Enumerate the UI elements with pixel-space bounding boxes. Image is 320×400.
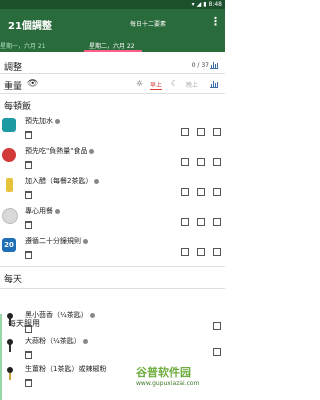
stats-chart-icon[interactable]: [210, 61, 218, 69]
signal-icon: ◢: [196, 1, 202, 8]
date-tabs: 星期一，六月 21 星期二，六月 22: [0, 38, 225, 52]
checkbox[interactable]: [197, 158, 205, 166]
spoon-icon: [7, 313, 13, 326]
item-label: 遵循二十分鐘規則: [25, 236, 88, 246]
calendar-icon[interactable]: [25, 161, 32, 169]
tab-indicator: [84, 50, 142, 52]
app-bar: 21個調整 每日十二要素 ⋮: [0, 9, 225, 38]
checkbox[interactable]: [181, 158, 189, 166]
info-icon[interactable]: [83, 238, 88, 244]
calendar-icon[interactable]: [25, 325, 32, 333]
plate-icon: [2, 208, 18, 224]
section-per-meal: 每頓飯: [4, 102, 32, 112]
list-item[interactable]: 預先加水: [0, 114, 225, 144]
timer-20-icon: 20: [2, 238, 16, 252]
moon-icon: ☾: [171, 79, 179, 88]
checkbox[interactable]: [197, 218, 205, 226]
item-label: 黑小茴香（¼茶匙）: [25, 310, 95, 320]
checkbox[interactable]: [197, 248, 205, 256]
calendar-icon[interactable]: [25, 131, 32, 139]
divider: [0, 288, 225, 289]
item-label: 加入醋（每餐2茶匙）: [25, 176, 100, 186]
checkbox[interactable]: [197, 188, 205, 196]
tab-prev-date[interactable]: 星期一，六月 21: [0, 41, 46, 50]
divider: [0, 73, 225, 74]
weight-chart-icon[interactable]: [210, 80, 218, 88]
calendar-icon[interactable]: [25, 379, 32, 387]
apple-icon: [2, 148, 16, 162]
checkbox[interactable]: [213, 218, 221, 226]
sun-icon: ☼: [136, 79, 144, 88]
item-label: 預先加水: [25, 116, 60, 126]
checkbox[interactable]: [181, 128, 189, 136]
divider: [0, 93, 225, 94]
checkbox[interactable]: [181, 218, 189, 226]
checkbox[interactable]: [181, 248, 189, 256]
item-label: 大蒜粉（¼茶匙）: [25, 336, 88, 346]
list-item[interactable]: 20 遵循二十分鐘規則: [0, 234, 225, 264]
daily-dozen-button[interactable]: 每日十二要素: [130, 19, 166, 28]
info-icon[interactable]: [89, 312, 95, 318]
spoon-icon: [7, 339, 13, 352]
list-item[interactable]: 大蒜粉（¼茶匙）: [0, 334, 225, 364]
weight-morning[interactable]: 早上: [150, 80, 163, 90]
wifi-icon: ▾: [191, 1, 195, 8]
more-options-icon[interactable]: ⋮: [210, 15, 221, 28]
spoon-icon: [7, 367, 13, 380]
battery-icon: ▮: [203, 1, 207, 8]
eye-icon[interactable]: 👁: [27, 79, 38, 89]
checkbox[interactable]: [181, 188, 189, 196]
adjust-title: 調整: [4, 63, 23, 73]
calendar-icon[interactable]: [25, 351, 32, 359]
calendar-icon[interactable]: [25, 221, 32, 229]
divider: [0, 266, 225, 267]
list-item[interactable]: 專心用餐: [0, 204, 225, 234]
info-icon[interactable]: [89, 148, 95, 154]
checkbox[interactable]: [213, 348, 221, 356]
checkbox[interactable]: [197, 128, 205, 136]
watermark: 谷普软件园 www.gupuxiazai.com: [136, 366, 200, 387]
weight-evening[interactable]: 晚上: [186, 80, 198, 89]
info-icon[interactable]: [55, 118, 60, 124]
water-glass-icon: [2, 118, 16, 132]
vinegar-bottle-icon: [6, 178, 13, 192]
checkbox[interactable]: [213, 188, 221, 196]
item-label: 專心用餐: [25, 206, 60, 216]
calendar-icon[interactable]: [25, 191, 32, 199]
list-item[interactable]: 加入醋（每餐2茶匙）: [0, 174, 225, 204]
item-label: 預先吃"負熱量"食品: [25, 146, 95, 156]
checkbox[interactable]: [213, 128, 221, 136]
checkbox[interactable]: [213, 248, 221, 256]
checkbox[interactable]: [213, 322, 221, 330]
info-icon[interactable]: [55, 208, 60, 214]
item-label: 生薑粉（1茶匙）或辣椒粉: [25, 365, 107, 373]
calendar-icon[interactable]: [25, 251, 32, 259]
info-icon[interactable]: [82, 338, 88, 344]
status-time: 8:48: [208, 1, 222, 8]
list-item[interactable]: 預先吃"負熱量"食品: [0, 144, 225, 174]
adjust-count: 0 / 37: [191, 62, 209, 69]
section-daily: 每天: [4, 275, 23, 285]
app-title: 21個調整: [8, 21, 52, 32]
info-icon[interactable]: [94, 178, 100, 184]
weight-label: 重量: [4, 82, 23, 92]
status-bar: ▾ ◢ ▮ 8:48: [0, 0, 225, 9]
checkbox[interactable]: [213, 158, 221, 166]
tab-current-date[interactable]: 星期二，六月 22: [89, 41, 135, 50]
